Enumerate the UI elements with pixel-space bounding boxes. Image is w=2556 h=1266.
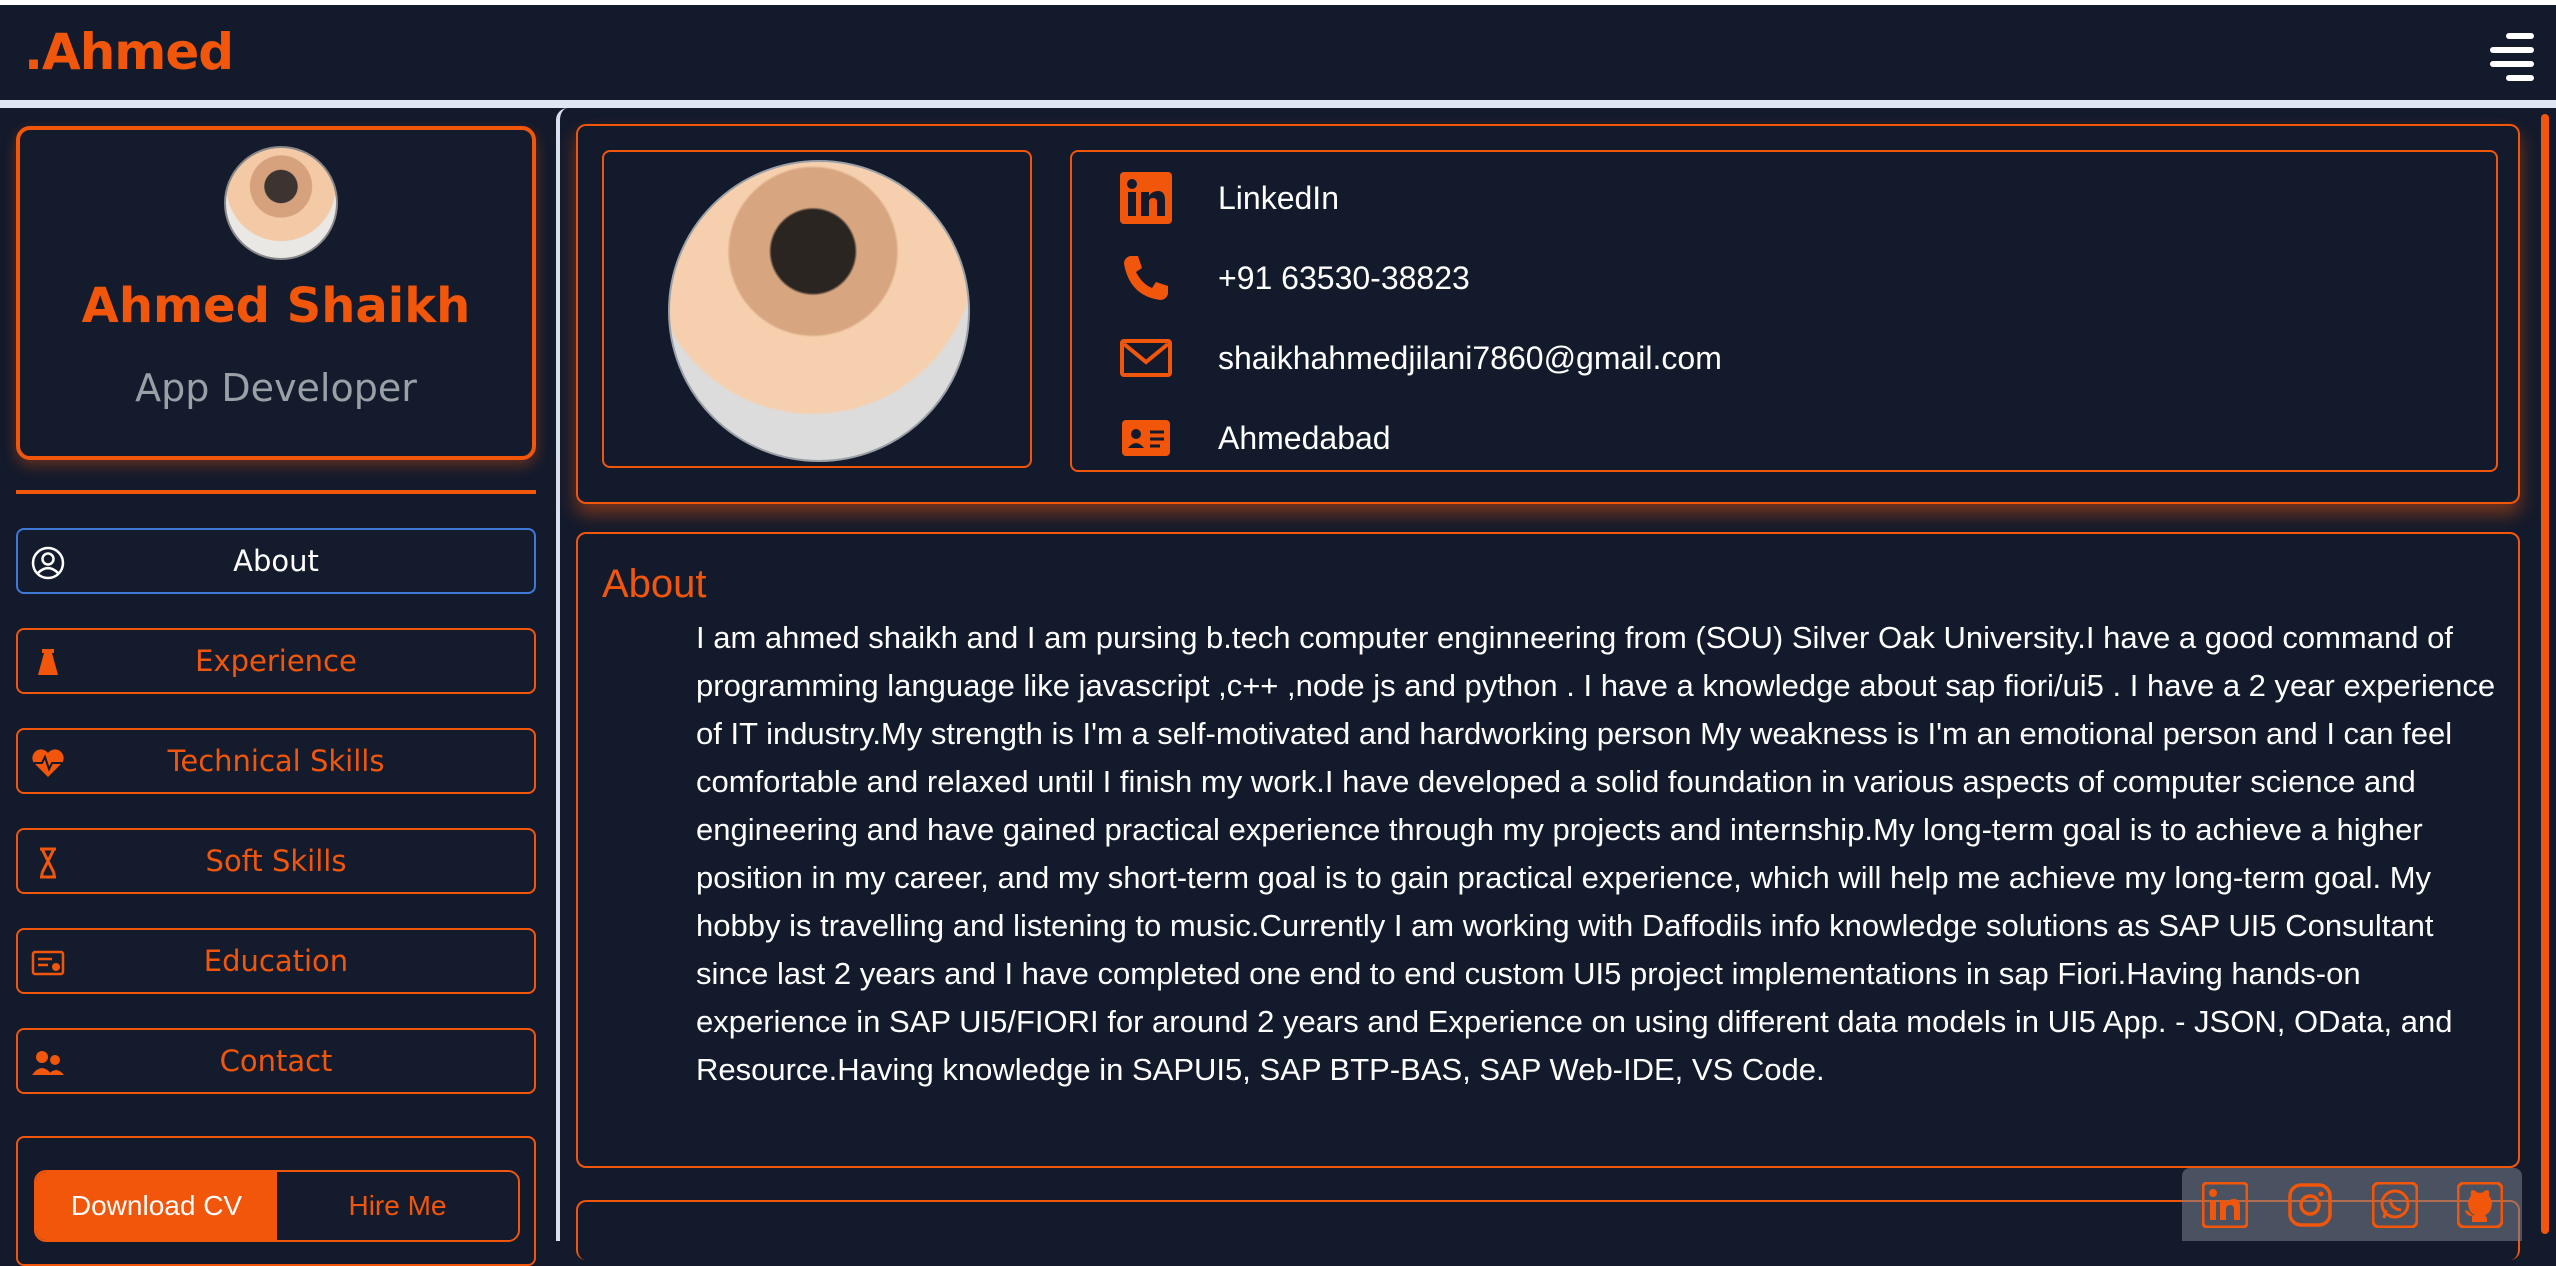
certificate-icon: [31, 950, 65, 976]
nav-label: Contact: [219, 1044, 333, 1078]
phone-icon: [1124, 256, 1168, 300]
nav-item-education[interactable]: Education: [16, 928, 536, 994]
profile-panel: LinkedIn +91 63530-38823 shaikhahmedjila…: [576, 124, 2520, 504]
nav-item-contact[interactable]: Contact: [16, 1028, 536, 1094]
hire-me-button[interactable]: Hire Me: [277, 1172, 518, 1240]
contact-row-phone[interactable]: +91 63530-38823: [1120, 248, 1470, 308]
id-card-icon: [1122, 420, 1170, 456]
nav-label: Soft Skills: [205, 844, 347, 878]
contact-row-email[interactable]: shaikhahmedjilani7860@gmail.com: [1120, 328, 1722, 388]
download-cv-button[interactable]: Download CV: [36, 1172, 277, 1240]
hourglass-icon: [40, 847, 56, 879]
nav-label: Education: [203, 944, 349, 978]
profile-photo: [668, 160, 970, 462]
sidebar: Ahmed Shaikh App Developer About Experie…: [0, 108, 554, 1266]
avatar: [224, 146, 338, 260]
cta-button-group: Download CV Hire Me: [34, 1170, 520, 1242]
top-navbar: .Ahmed: [0, 0, 2556, 100]
nav-item-technical-skills[interactable]: Technical Skills: [16, 728, 536, 794]
users-icon: [32, 1051, 64, 1075]
nav-item-experience[interactable]: Experience: [16, 628, 536, 694]
heart-pulse-icon: [32, 749, 64, 777]
linkedin-icon: [1120, 172, 1172, 224]
github-icon[interactable]: [2456, 1181, 2503, 1228]
scrollbar[interactable]: [2538, 108, 2552, 1241]
nav-label: Technical Skills: [167, 744, 385, 778]
contact-row-linkedin[interactable]: LinkedIn: [1120, 168, 1339, 228]
contact-text: Ahmedabad: [1218, 419, 1391, 456]
about-title: About: [602, 562, 707, 606]
nav-label: About: [233, 544, 319, 578]
header-divider: [0, 100, 2556, 108]
profile-role: App Developer: [135, 366, 417, 410]
linkedin-icon[interactable]: [2201, 1181, 2248, 1228]
whatsapp-icon[interactable]: [2371, 1181, 2418, 1228]
profile-card: Ahmed Shaikh App Developer: [16, 126, 536, 460]
hamburger-menu-icon[interactable]: [2490, 33, 2534, 81]
contact-row-location[interactable]: Ahmedabad: [1120, 408, 1391, 468]
contact-info: LinkedIn +91 63530-38823 shaikhahmedjila…: [1070, 150, 2498, 472]
nav-label: Experience: [195, 644, 357, 678]
scrollbar-thumb[interactable]: [2541, 114, 2549, 1234]
cta-box: Download CV Hire Me: [16, 1136, 536, 1266]
contact-text: LinkedIn: [1218, 179, 1339, 216]
sidebar-divider: [16, 490, 536, 494]
main-content: LinkedIn +91 63530-38823 shaikhahmedjila…: [556, 108, 2556, 1260]
user-circle-icon: [31, 546, 65, 580]
social-links-bar: [2182, 1168, 2522, 1241]
contact-text: +91 63530-38823: [1218, 259, 1470, 296]
contact-text: shaikhahmedjilani7860@gmail.com: [1218, 339, 1722, 376]
nav-item-soft-skills[interactable]: Soft Skills: [16, 828, 536, 894]
profile-name: Ahmed Shaikh: [81, 278, 471, 334]
flask-icon: [38, 649, 58, 675]
instagram-icon[interactable]: [2287, 1182, 2333, 1228]
about-section: About I am ahmed shaikh and I am pursing…: [576, 532, 2520, 1168]
about-text: I am ahmed shaikh and I am pursing b.tec…: [696, 620, 2496, 1087]
photo-frame: [602, 150, 1032, 468]
brand-logo[interactable]: .Ahmed: [24, 23, 234, 81]
email-icon: [1120, 339, 1172, 377]
nav-item-about[interactable]: About: [16, 528, 536, 594]
